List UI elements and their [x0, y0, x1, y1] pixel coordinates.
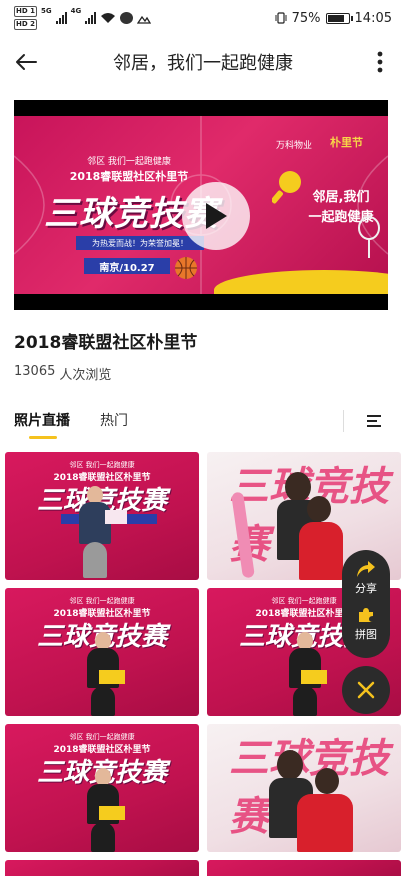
- photo-grid: 邻区 我们一起跑健康 2018睿联盟社区朴里节 三球竞技赛 三球竞技赛 邻区 我…: [5, 452, 401, 876]
- photo-sign: [99, 806, 125, 820]
- child-head: [315, 768, 339, 794]
- banner-brand: 万科物业: [276, 141, 313, 151]
- photo-subtitle: 邻区 我们一起跑健康: [69, 733, 135, 741]
- photo-thumbnail[interactable]: 邻区 我们一起跑健康 2018睿联盟社区朴里节 三球竞技赛: [5, 588, 199, 716]
- banner-date: 南京/10.27: [84, 258, 170, 274]
- battery-percent: 75%: [291, 10, 321, 26]
- more-options-button[interactable]: [354, 40, 406, 84]
- person-head: [285, 472, 311, 502]
- banner-slogan-line1: 邻居,我们: [312, 190, 370, 205]
- share-button[interactable]: 分享: [355, 560, 377, 606]
- photo-sign: [99, 670, 125, 684]
- page-title: 邻居，我们一起跑健康: [113, 53, 293, 74]
- basketball-icon: [175, 257, 197, 279]
- play-button[interactable]: [182, 182, 250, 250]
- tab-hot[interactable]: 热门: [100, 410, 128, 430]
- close-icon: [357, 681, 375, 699]
- banner-brand-logo: 朴里节: [330, 136, 363, 149]
- arrow-left-icon: [16, 54, 37, 70]
- floating-action-panel: 分享 拼图: [342, 550, 390, 658]
- photo-thumbnail[interactable]: [207, 860, 401, 876]
- vibrate-icon: [275, 12, 287, 24]
- sort-button[interactable]: [360, 408, 388, 434]
- network-type-1: 5G: [40, 7, 52, 15]
- tab-photo-live[interactable]: 照片直播: [14, 410, 70, 430]
- photo-thumbnail[interactable]: 三球竞技赛: [207, 724, 401, 852]
- status-bar: HD 1 HD 2 5G 4G 75% 14:05: [0, 0, 406, 36]
- active-tab-indicator: [29, 436, 57, 439]
- gallery-notification-icon: [137, 15, 152, 24]
- clock: 14:05: [354, 10, 392, 26]
- tabs-divider: [343, 410, 344, 432]
- collage-label: 拼图: [355, 628, 377, 641]
- child-figure: [297, 794, 353, 852]
- view-count-label: 人次浏览: [59, 368, 112, 383]
- photo-subtitle: 邻区 我们一起跑健康: [69, 461, 135, 469]
- person-legs: [91, 686, 115, 716]
- content-tabs: 照片直播 热门: [0, 402, 406, 442]
- person-legs: [293, 686, 317, 716]
- chat-notification-icon: [120, 12, 134, 24]
- person-head: [277, 750, 303, 780]
- photo-thumbnail[interactable]: 邻区 我们一起跑健康 2018睿联盟社区朴里节 三球竞技赛: [5, 724, 199, 852]
- top-app-bar: 邻居，我们一起跑健康: [0, 40, 406, 84]
- photo-thumbnail[interactable]: 邻区 我们一起跑健康 2018睿联盟社区朴里节 三球竞技赛: [5, 452, 199, 580]
- person-legs: [83, 542, 107, 578]
- network-type-2: 4G: [70, 7, 82, 15]
- banner-ribbon: 为热爱而战！为荣誉加冕！: [76, 236, 204, 250]
- view-count-number: 13065: [14, 364, 56, 379]
- play-icon: [206, 203, 227, 229]
- sim1-label: HD 1: [14, 6, 37, 17]
- photo-sign: [105, 510, 127, 524]
- battery-fill: [327, 14, 345, 22]
- back-button[interactable]: [0, 40, 52, 84]
- battery-icon: [325, 12, 353, 24]
- photo-subtitle: 邻区 我们一起跑健康: [69, 597, 135, 605]
- signal-2-icon: [85, 12, 97, 24]
- more-vertical-icon: [377, 51, 383, 73]
- person-legs: [91, 822, 115, 852]
- collage-button[interactable]: 拼图: [355, 606, 377, 652]
- video-thumbnail: 万科物业 朴里节 邻区 我们一起跑健康 2018睿联盟社区朴里节 三球竞技赛 为…: [14, 116, 388, 294]
- photo-thumbnail[interactable]: [5, 860, 199, 876]
- status-right: 75% 14:05: [275, 11, 392, 26]
- banner-subtitle: 邻区 我们一起跑健康: [87, 157, 171, 167]
- sim-indicators: HD 1 HD 2: [14, 5, 37, 31]
- child-figure: [299, 522, 343, 580]
- share-label: 分享: [355, 582, 377, 595]
- status-left: HD 1 HD 2 5G 4G: [14, 5, 152, 31]
- event-title: 2018睿联盟社区朴里节: [14, 333, 198, 353]
- sim2-label: HD 2: [14, 19, 37, 30]
- puzzle-icon: [359, 608, 373, 622]
- close-fab-button[interactable]: [342, 666, 390, 714]
- video-player[interactable]: 万科物业 朴里节 邻区 我们一起跑健康 2018睿联盟社区朴里节 三球竞技赛 为…: [14, 100, 388, 310]
- photo-sign: [301, 670, 327, 684]
- share-arrow-icon: [357, 561, 375, 577]
- sort-lines-icon: [367, 415, 381, 427]
- child-head: [307, 496, 331, 522]
- badminton-racket-icon: [358, 216, 380, 258]
- signal-1-icon: [55, 12, 67, 24]
- wifi-icon: [101, 13, 116, 23]
- view-count: 13065 人次浏览: [14, 364, 111, 383]
